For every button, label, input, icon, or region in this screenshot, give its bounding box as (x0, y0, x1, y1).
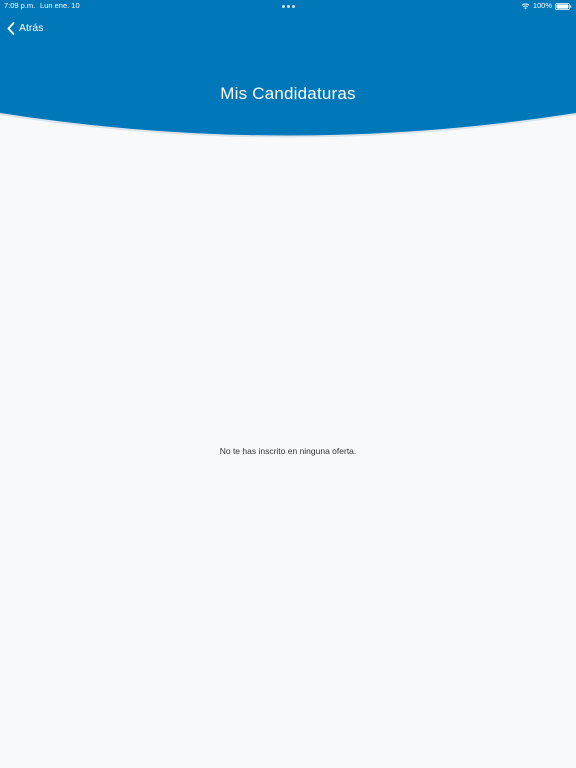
battery-percentage: 100% (532, 1, 552, 10)
status-right: 100% (521, 0, 572, 12)
back-label: Atrás (19, 22, 44, 34)
status-time: 7:09 p.m. (4, 1, 36, 10)
header-background (0, 0, 576, 138)
battery-icon (555, 2, 572, 10)
chevron-left-icon (7, 21, 15, 35)
status-date: Lun ene. 10 (40, 1, 80, 10)
page-title: Mis Candidaturas (220, 84, 356, 103)
status-bar: 7:09 p.m. Lun ene. 10 100% (0, 0, 576, 12)
wifi-icon (521, 2, 530, 9)
empty-state-message: No te has inscrito en ninguna oferta. (219, 446, 357, 456)
header: 7:09 p.m. Lun ene. 10 100% Atrás Mis Can… (0, 0, 576, 140)
multitasking-dots-icon[interactable] (282, 5, 296, 8)
back-button[interactable]: Atrás (7, 20, 44, 36)
